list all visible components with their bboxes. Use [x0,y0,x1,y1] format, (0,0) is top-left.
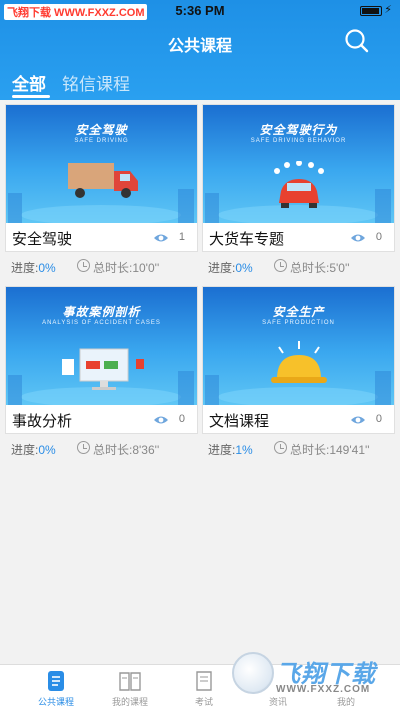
book-icon [119,672,141,691]
tab-indicator [12,95,50,98]
progress-label: 进度: [208,261,236,275]
thumbnail-title: 事故案例剖析 [62,305,141,319]
course-card[interactable]: 安全生产 SAFE PRODUCTION 文档课程 0 [202,286,395,434]
watermark: 飞翔下载 WWW.FXXZ.COM [232,650,392,706]
course-name: 文档课程 [209,413,270,430]
car-illustration [274,161,324,208]
course-thumbnail: 安全生产 SAFE PRODUCTION [203,287,394,405]
progress-label: 进度: [11,443,39,457]
eye-icon [154,416,168,424]
tabbar-my-courses[interactable]: 我的课程 [90,665,170,710]
thumbnail-title: 安全生产 [272,305,325,319]
progress-value: 0% [38,443,56,457]
course-meta: 进度:0% 总时长:10'0'' [5,254,198,278]
clock-icon [77,441,90,454]
duration: 总时长:10'0'' [93,261,160,275]
thumbnail-subtitle: SAFE PRODUCTION [262,320,335,326]
page-title: 公共课程 [167,38,232,55]
thumbnail-subtitle: SAFE DRIVING BEHAVIOR [250,138,347,144]
truck-illustration [68,163,138,198]
tabbar-label: 我的课程 [111,697,148,707]
view-count: 0 [375,231,382,243]
duration: 总时长:5'0'' [290,261,350,275]
eye-icon [351,416,365,424]
course-card[interactable]: 安全驾驶 SAFE DRIVING 安全驾驶 1 [5,104,198,252]
course-meta: 进度:0% 总时长:5'0'' [202,254,395,278]
course-meta: 进度:0% 总时长:8'36'' [5,436,198,460]
course-name: 大货车专题 [209,231,285,248]
thumbnail-subtitle: SAFE DRIVING [74,138,129,144]
charging-icon: ⚡ [384,4,392,16]
category-tabs: 全部 铭信课程 [0,64,400,100]
view-count: 0 [375,413,382,425]
status-bar: 飞翔下载 WWW.FXXZ.COM 5:36 PM ⚡ [0,0,400,22]
course-name: 事故分析 [12,413,73,430]
duration: 总时长:8'36'' [93,443,160,457]
view-count: 0 [178,413,185,425]
course-name: 安全驾驶 [12,231,73,248]
thumbnail-subtitle: ANALYSIS OF ACCIDENT CASES [42,320,161,326]
app-header: 飞翔下载 WWW.FXXZ.COM 5:36 PM ⚡ 公共课程 全部 铭信课程 [0,0,400,100]
tab-all[interactable]: 全部 [12,70,46,95]
progress-value: 1% [235,443,253,457]
clock-icon [274,441,287,454]
tabbar-label: 公共课程 [37,697,74,707]
course-thumbnail: 安全驾驶 SAFE DRIVING [6,105,197,223]
view-count: 1 [178,231,185,243]
helmet-illustration [271,341,327,383]
tab-mingxin[interactable]: 铭信课程 [62,70,130,95]
progress-label: 进度: [11,261,39,275]
clock-icon [274,259,287,272]
watermark-url: WWW.FXXZ.COM [276,684,371,695]
scroll-icon [196,671,212,691]
course-thumbnail: 事故案例剖析 ANALYSIS OF ACCIDENT CASES [6,287,197,405]
progress-label: 进度: [208,443,236,457]
duration: 总时长:149'41'' [290,443,370,457]
battery-icon [360,6,382,16]
search-icon[interactable] [344,28,370,54]
monitor-illustration [62,348,144,390]
course-thumbnail: 安全驾驶行为 SAFE DRIVING BEHAVIOR [203,105,394,223]
thumbnail-title: 安全驾驶行为 [259,123,338,137]
clock-icon [77,259,90,272]
eye-icon [351,234,365,242]
tabbar-public-courses[interactable]: 公共课程 [16,665,96,710]
thumbnail-title: 安全驾驶 [75,123,128,137]
progress-value: 0% [235,261,253,275]
progress-value: 0% [38,261,56,275]
doc-list-icon [48,671,64,691]
status-time: 5:36 PM [175,3,225,18]
watermark-logo-icon [232,652,274,694]
course-meta: 进度:1% 总时长:149'41'' [202,436,395,460]
course-card[interactable]: 事故案例剖析 ANALYSIS OF ACCIDENT CASES 事故分析 0 [5,286,198,434]
course-card[interactable]: 安全驾驶行为 SAFE DRIVING BEHAVIOR 大货车专题 0 [202,104,395,252]
eye-icon [154,234,168,242]
